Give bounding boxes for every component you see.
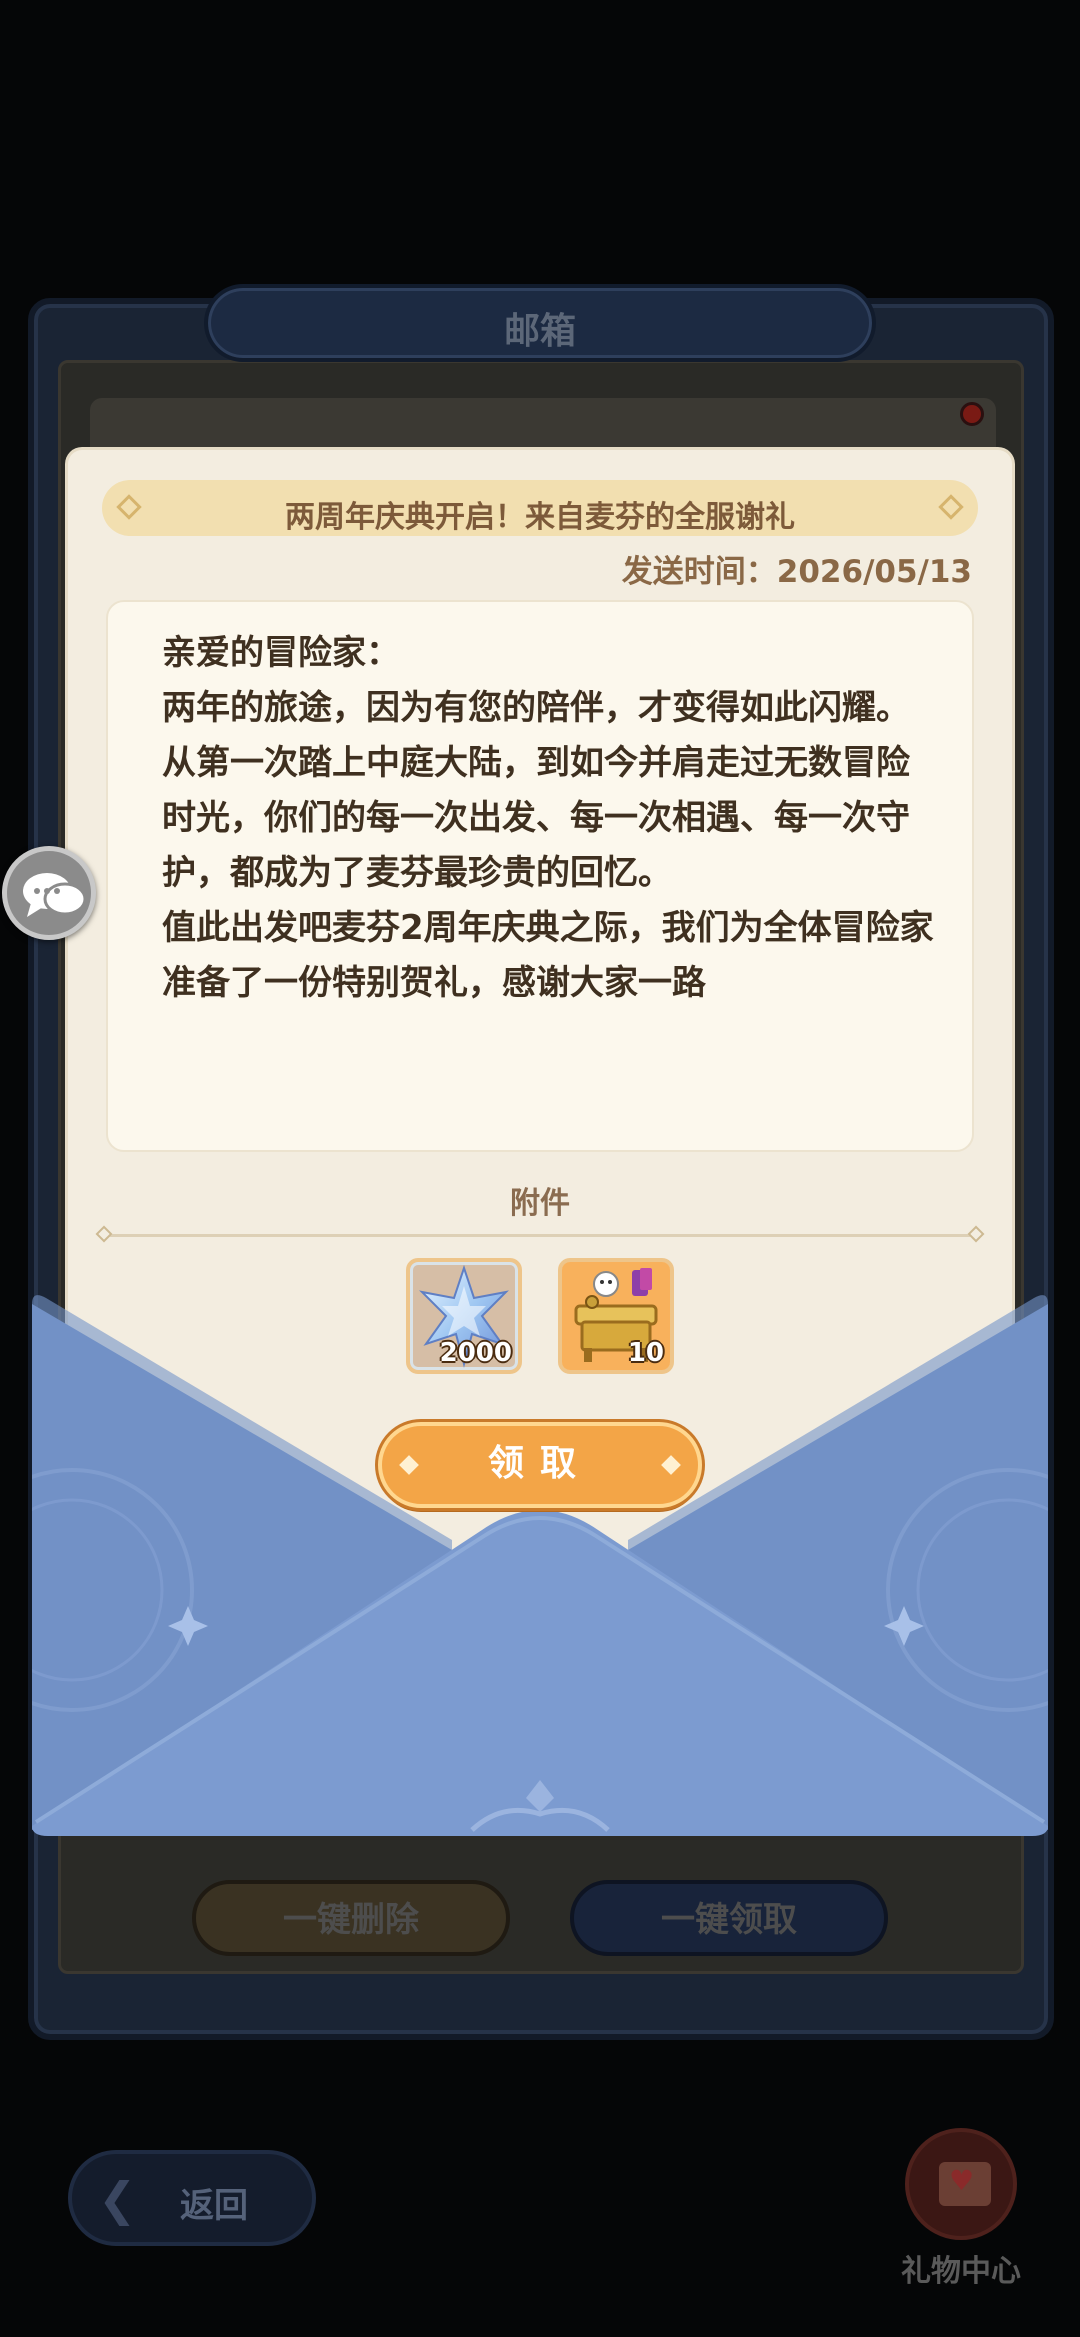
claim-button-label: 领取	[487, 1443, 592, 1484]
claim-button[interactable]: 领取	[378, 1422, 702, 1508]
mail-body-scroll[interactable]: 亲爱的冒险家： 两年的旅途，因为有您的陪伴，才变得如此闪耀。 从第一次踏上中庭大…	[106, 600, 974, 1152]
back-button[interactable]: ❮ 返回	[68, 2150, 316, 2246]
attachments-label: 附件	[510, 1186, 570, 1221]
gift-box-icon: ♥	[905, 2128, 1017, 2240]
delete-all-button[interactable]: 一键删除	[192, 1880, 510, 1956]
body-paragraph: 亲爱的冒险家：	[162, 633, 400, 673]
body-paragraph: 两年的旅途，因为有您的陪伴，才变得如此闪耀。	[162, 688, 910, 728]
attachments-divider	[95, 1225, 985, 1243]
subject-banner: 两周年庆典开启！来自麦芬的全服谢礼	[102, 480, 978, 536]
body-paragraph: 从第一次踏上中庭大陆，到如今并肩走过无数冒险时光，你们的每一次出发、每一次相遇、…	[162, 743, 910, 893]
chat-bubble-button[interactable]	[2, 846, 96, 940]
back-label: 返回	[180, 2186, 248, 2226]
mail-subject: 两周年庆典开启！来自麦芬的全服谢礼	[285, 500, 795, 535]
chat-icon	[23, 873, 87, 917]
gift-center-label: 礼物中心	[901, 2254, 1021, 2289]
send-time: 发送时间：2026/05/13	[622, 546, 972, 591]
body-paragraph: 值此出发吧麦芬2周年庆典之际，我们为全体冒险家准备了一份特别贺礼，感谢大家一路	[162, 908, 934, 1003]
screen: 邮箱 一键删除 一键领取 ❮ 返回 ♥ 礼物中心 两周年庆典开启！来自麦芬的全服…	[0, 0, 1080, 2337]
mailbox-title-bar: 邮箱	[204, 284, 876, 362]
gift-center-button[interactable]: ♥ 礼物中心	[886, 2128, 1036, 2298]
envelope-front	[32, 1295, 1048, 1836]
send-time-value: 2026/05/13	[776, 554, 972, 590]
mailbox-title: 邮箱	[503, 311, 576, 352]
unread-dot	[960, 402, 984, 426]
mail-body-text: 亲爱的冒险家： 两年的旅途，因为有您的陪伴，才变得如此闪耀。 从第一次踏上中庭大…	[162, 626, 942, 1011]
claim-all-button[interactable]: 一键领取	[570, 1880, 888, 1956]
back-arrow-icon: ❮	[98, 2172, 137, 2226]
send-time-label: 发送时间：	[621, 554, 777, 590]
